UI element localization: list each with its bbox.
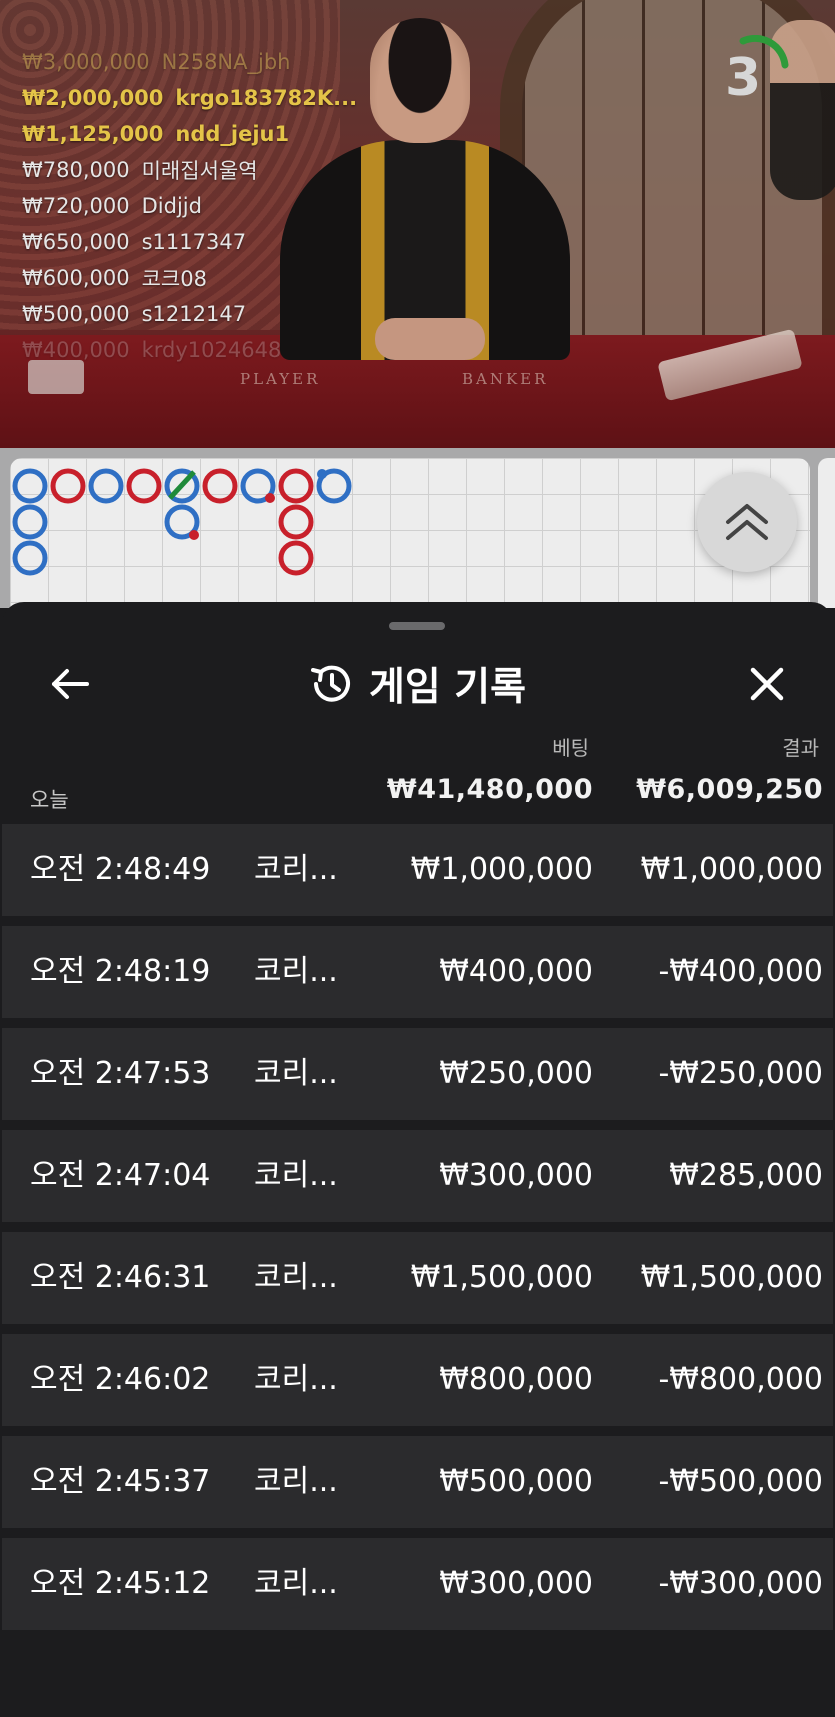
- history-row[interactable]: 오전 2:46:02 코리... ₩800,000 -₩800,000: [2, 1334, 833, 1426]
- row-game: 코리...: [254, 852, 338, 887]
- banker-pair-dot: [265, 493, 275, 503]
- history-row[interactable]: 오전 2:47:53 코리... ₩250,000 -₩250,000: [2, 1028, 833, 1120]
- row-game: 코리...: [254, 1158, 338, 1193]
- bet-row: ₩780,000 미래집서울역: [22, 158, 258, 183]
- road-side-panel: [818, 458, 835, 608]
- row-time: 오전 2:45:12: [30, 1566, 211, 1601]
- bet-row: ₩720,000 Didjjd: [22, 194, 202, 218]
- table-label-player: PLAYER: [240, 370, 321, 388]
- row-time: 오전 2:46:02: [30, 1362, 211, 1397]
- player-pair-dot: [317, 469, 327, 479]
- double-chevron-up-icon: [726, 504, 768, 540]
- summary-bet-total: ₩41,480,000: [386, 774, 593, 805]
- row-time: 오전 2:46:31: [30, 1260, 211, 1295]
- row-time: 오전 2:47:53: [30, 1056, 211, 1091]
- road-mark-player: [12, 540, 48, 576]
- page-title: 게임 기록: [368, 665, 527, 710]
- history-row[interactable]: 오전 2:45:37 코리... ₩500,000 -₩500,000: [2, 1436, 833, 1528]
- bet-row: ₩600,000 코크08: [22, 266, 207, 291]
- row-result: ₩285,000: [669, 1158, 823, 1193]
- row-game: 코리...: [254, 1056, 338, 1091]
- history-list: 오전 2:48:49 코리... ₩1,000,000 ₩1,000,000 오…: [2, 824, 833, 1640]
- row-bet: ₩800,000: [439, 1362, 593, 1397]
- road-marks: [12, 468, 352, 576]
- row-bet: ₩300,000: [439, 1158, 593, 1193]
- row-game: 코리...: [254, 1260, 338, 1295]
- row-game: 코리...: [254, 1566, 338, 1601]
- row-bet: ₩400,000: [439, 954, 593, 989]
- road-mark-banker: [50, 468, 86, 504]
- row-time: 오전 2:48:19: [30, 954, 211, 989]
- row-time: 오전 2:47:04: [30, 1158, 211, 1193]
- road-mark-player: [12, 468, 48, 504]
- dealer-hands: [375, 318, 485, 360]
- dealer-head: [370, 18, 470, 143]
- row-result: ₩1,500,000: [640, 1260, 823, 1295]
- road-mark-player: [88, 468, 124, 504]
- row-result: -₩250,000: [658, 1056, 823, 1091]
- road-mark-banker: [126, 468, 162, 504]
- drag-handle[interactable]: [389, 622, 445, 630]
- sheet-header: 게임 기록: [2, 656, 833, 712]
- road-mark-banker: [202, 468, 238, 504]
- countdown-number: 3: [725, 48, 762, 108]
- history-row[interactable]: 오전 2:48:49 코리... ₩1,000,000 ₩1,000,000: [2, 824, 833, 916]
- row-result: -₩300,000: [658, 1566, 823, 1601]
- bet-row: ₩500,000 s1212147: [22, 302, 247, 326]
- road-mark-banker: [278, 468, 314, 504]
- live-video: PLAYER BANKER ₩3,000,000 N258NA_jbh ₩2,00…: [0, 0, 835, 448]
- row-result: -₩400,000: [658, 954, 823, 989]
- row-bet: ₩250,000: [439, 1056, 593, 1091]
- road-mark-banker: [278, 540, 314, 576]
- history-row[interactable]: 오전 2:47:04 코리... ₩300,000 ₩285,000: [2, 1130, 833, 1222]
- row-bet: ₩1,500,000: [410, 1260, 593, 1295]
- close-icon: [750, 667, 784, 701]
- history-row[interactable]: 오전 2:45:12 코리... ₩300,000 -₩300,000: [2, 1538, 833, 1630]
- row-bet: ₩300,000: [439, 1566, 593, 1601]
- history-icon: [310, 665, 350, 702]
- summary-label: 오늘: [30, 788, 69, 812]
- column-header-bet: 베팅: [552, 736, 589, 760]
- row-time: 오전 2:45:37: [30, 1464, 211, 1499]
- row-result: -₩800,000: [658, 1362, 823, 1397]
- row-game: 코리...: [254, 954, 338, 989]
- road-mark-player: [12, 504, 48, 540]
- row-result: ₩1,000,000: [640, 852, 823, 887]
- bet-row: ₩650,000 s1117347: [22, 230, 247, 254]
- row-time: 오전 2:48:49: [30, 852, 211, 887]
- row-bet: ₩500,000: [439, 1464, 593, 1499]
- bet-row: ₩3,000,000 N258NA_jbh: [22, 50, 291, 74]
- history-row[interactable]: 오전 2:48:19 코리... ₩400,000 -₩400,000: [2, 926, 833, 1018]
- row-bet: ₩1,000,000: [410, 852, 593, 887]
- game-history-sheet: 게임 기록 베팅 결과 오늘 ₩41,480,000 ₩6,009,250 오전…: [2, 602, 833, 1717]
- row-game: 코리...: [254, 1464, 338, 1499]
- bet-row: ₩400,000 krdy1024648: [22, 338, 282, 362]
- column-header-result: 결과: [782, 736, 819, 760]
- top-bets-list: ₩3,000,000 N258NA_jbh ₩2,000,000 krgo18378…: [22, 44, 357, 368]
- summary-result-total: ₩6,009,250: [636, 774, 823, 805]
- banker-pair-dot: [189, 530, 199, 540]
- scroll-up-button[interactable]: [697, 472, 797, 572]
- row-game: 코리...: [254, 1362, 338, 1397]
- road-mark-banker: [278, 504, 314, 540]
- history-row[interactable]: 오전 2:46:31 코리... ₩1,500,000 ₩1,500,000: [2, 1232, 833, 1324]
- close-button[interactable]: [737, 654, 797, 714]
- bet-row: ₩2,000,000 krgo183782K...: [22, 86, 358, 110]
- bet-row: ₩1,125,000 ndd_jeju1: [22, 122, 290, 146]
- row-result: -₩500,000: [658, 1464, 823, 1499]
- table-label-banker: BANKER: [462, 370, 549, 388]
